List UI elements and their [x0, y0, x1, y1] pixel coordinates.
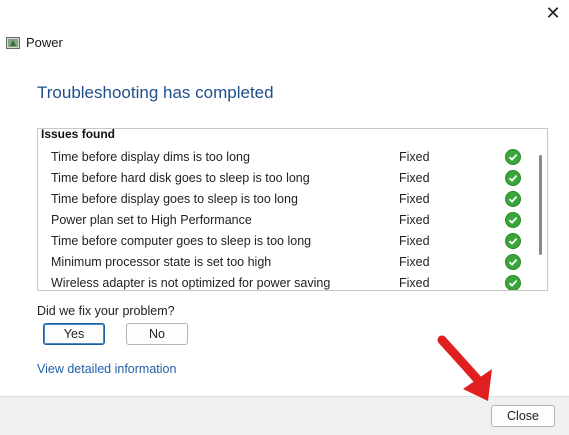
no-button[interactable]: No — [126, 323, 188, 345]
issue-name: Time before display dims is too long — [51, 150, 250, 164]
issue-row: Power plan set to High Performance Fixed — [38, 212, 528, 233]
issue-name: Time before hard disk goes to sleep is t… — [51, 171, 310, 185]
check-circle-icon — [505, 275, 521, 290]
issue-row: Time before computer goes to sleep is to… — [38, 233, 528, 254]
issue-name: Time before display goes to sleep is too… — [51, 192, 298, 206]
issue-row: Minimum processor state is set too high … — [38, 254, 528, 275]
troubleshooter-window: ✕ Power Troubleshooting has completed Is… — [0, 0, 569, 435]
issue-row: Time before display dims is too long Fix… — [38, 149, 528, 170]
check-circle-icon — [505, 212, 521, 228]
issue-status: Fixed — [399, 234, 430, 248]
issue-status: Fixed — [399, 276, 430, 290]
feedback-question: Did we fix your problem? — [37, 304, 175, 318]
check-circle-icon — [505, 149, 521, 165]
issue-row: Time before display goes to sleep is too… — [38, 191, 528, 212]
check-circle-icon — [505, 170, 521, 186]
dialog-footer — [0, 396, 569, 435]
check-circle-icon — [505, 233, 521, 249]
issue-status: Fixed — [399, 213, 430, 227]
check-circle-icon — [505, 191, 521, 207]
window-title: Power — [26, 35, 63, 50]
yes-button[interactable]: Yes — [43, 323, 105, 345]
page-heading: Troubleshooting has completed — [37, 83, 274, 102]
scrollbar-thumb[interactable] — [539, 155, 542, 255]
power-troubleshooter-icon — [6, 37, 20, 49]
issues-list[interactable]: Issues found Time before display dims is… — [37, 128, 548, 291]
issue-name: Minimum processor state is set too high — [51, 255, 272, 269]
view-details-link[interactable]: View detailed information — [37, 362, 176, 376]
close-button[interactable]: Close — [491, 405, 555, 427]
issue-row: Time before hard disk goes to sleep is t… — [38, 170, 528, 191]
check-circle-icon — [505, 254, 521, 270]
issues-header: Issues found — [41, 128, 116, 141]
close-icon[interactable]: ✕ — [538, 2, 568, 24]
issue-status: Fixed — [399, 192, 430, 206]
issue-status: Fixed — [399, 171, 430, 185]
issue-status: Fixed — [399, 255, 430, 269]
issue-name: Wireless adapter is not optimized for po… — [51, 276, 331, 290]
issue-row: Wireless adapter is not optimized for po… — [38, 275, 528, 290]
issue-name: Power plan set to High Performance — [51, 213, 252, 227]
issue-status: Fixed — [399, 150, 430, 164]
issue-name: Time before computer goes to sleep is to… — [51, 234, 312, 248]
